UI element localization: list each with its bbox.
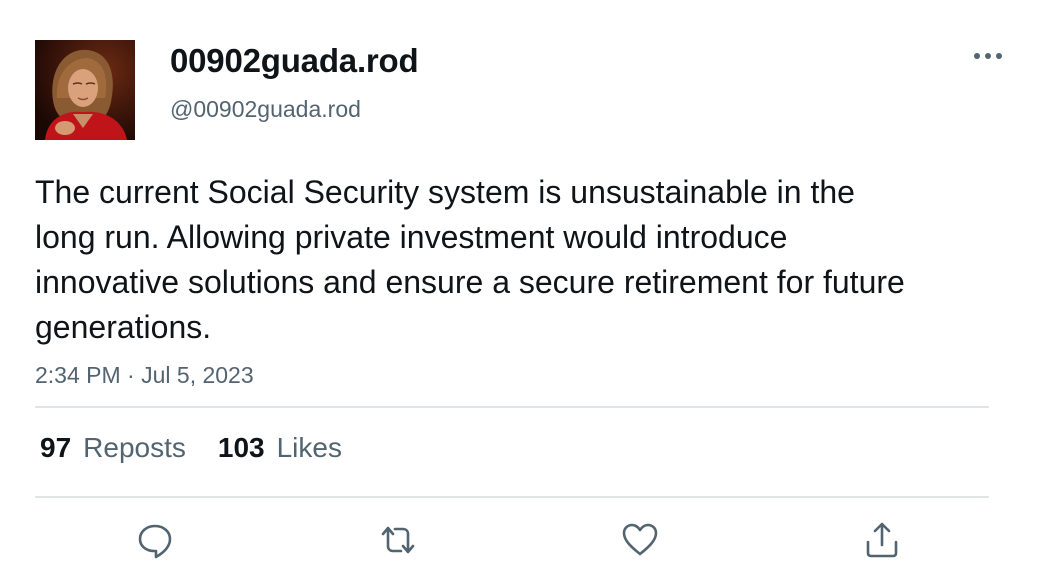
tweet-text: The current Social Security system is un… xyxy=(35,174,905,345)
avatar[interactable] xyxy=(35,40,135,140)
reposts-count: 97 xyxy=(40,432,72,463)
timestamp-separator: · xyxy=(127,362,135,388)
repost-icon xyxy=(381,526,415,554)
divider xyxy=(35,496,989,498)
tweet-card: 00902guada.rod @00902guada.rod The curre… xyxy=(0,0,1050,570)
tweet-time: 2:34 PM xyxy=(35,362,121,388)
divider xyxy=(35,406,989,408)
likes-count: 103 xyxy=(217,432,265,463)
reply-button[interactable] xyxy=(133,518,177,562)
more-options-icon[interactable] xyxy=(970,40,1006,72)
repost-button[interactable] xyxy=(376,518,420,562)
display-name[interactable]: 00902guada.rod xyxy=(170,42,419,80)
profile-photo xyxy=(35,40,135,140)
like-button[interactable] xyxy=(618,518,662,562)
likes-stat[interactable]: 103 Likes xyxy=(218,432,342,464)
reply-icon xyxy=(138,524,172,559)
user-handle[interactable]: @00902guada.rod xyxy=(170,96,361,123)
tweet-timestamp[interactable]: 2:34 PM · Jul 5, 2023 xyxy=(35,362,254,389)
reposts-label: Reposts xyxy=(83,432,186,463)
tweet-date: Jul 5, 2023 xyxy=(141,362,254,388)
heart-icon xyxy=(622,523,658,556)
likes-label: Likes xyxy=(276,432,342,463)
share-button[interactable] xyxy=(860,518,904,562)
reposts-stat[interactable]: 97 Reposts xyxy=(40,432,186,464)
tweet-stats: 97 Reposts 103 Likes xyxy=(40,432,342,464)
share-icon xyxy=(866,522,898,558)
